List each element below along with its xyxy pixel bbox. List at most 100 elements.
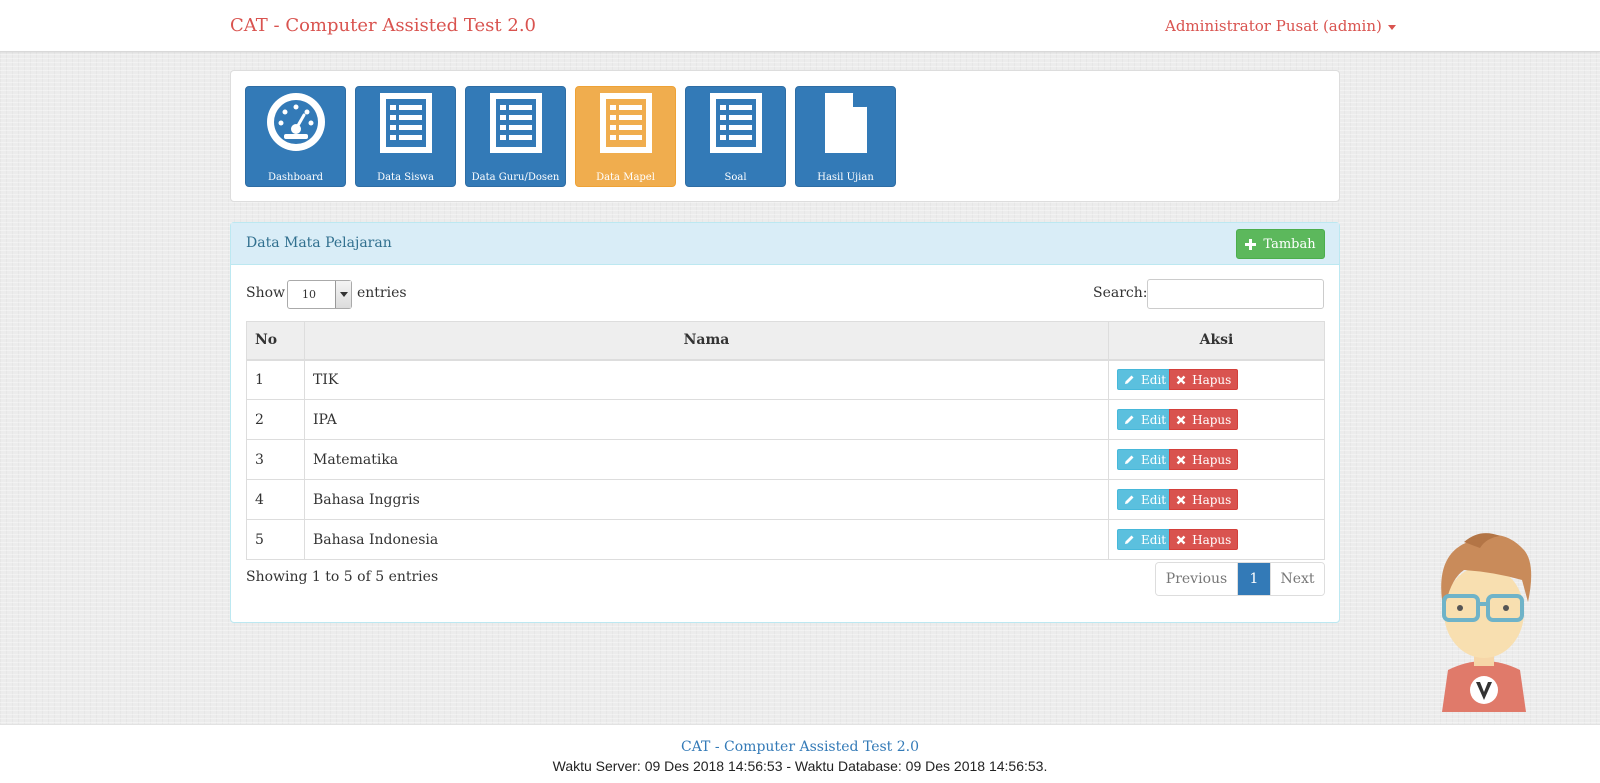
column-header-nama[interactable]: Nama xyxy=(304,321,1109,361)
panel-title: Data Mata Pelajaran xyxy=(246,235,392,251)
close-icon xyxy=(1176,495,1186,504)
dropdown-arrow-icon xyxy=(335,281,351,308)
caret-down-icon xyxy=(1387,24,1396,30)
table-row: 1 TIK Edit Hapus xyxy=(246,359,1325,400)
edit-button[interactable]: Edit xyxy=(1117,369,1174,391)
mapel-data-panel: Data Mata Pelajaran Tambah Show 10 entri… xyxy=(230,222,1340,623)
delete-button[interactable]: Hapus xyxy=(1169,449,1239,470)
tile-label: Data Guru/Dosen xyxy=(471,172,560,183)
tile-label: Soal xyxy=(724,172,747,183)
pencil-icon xyxy=(1125,415,1134,424)
search-label: Search: xyxy=(1093,285,1148,301)
edit-button-label: Edit xyxy=(1141,452,1167,467)
cell-nama: Bahasa Indonesia xyxy=(304,519,1109,560)
column-header-no[interactable]: No xyxy=(246,321,305,361)
tile-label: Dashboard xyxy=(267,172,324,183)
panel-heading: Data Mata Pelajaran Tambah xyxy=(231,223,1339,265)
cell-nama: Matematika xyxy=(304,439,1109,480)
tile-data-guru-dosen[interactable]: Data Guru/Dosen xyxy=(465,86,566,187)
pagination-previous[interactable]: Previous xyxy=(1156,563,1238,595)
close-icon xyxy=(1176,535,1186,544)
close-icon xyxy=(1176,375,1186,385)
list-icon xyxy=(686,91,785,161)
cell-no: 5 xyxy=(246,519,305,560)
delete-button[interactable]: Hapus xyxy=(1169,489,1239,510)
edit-button-label: Edit xyxy=(1141,412,1167,427)
footer-server-time: Waktu Server: 09 Des 2018 14:56:53 - Wak… xyxy=(552,758,1048,774)
tile-label: Data Siswa xyxy=(377,172,434,183)
cell-nama: Bahasa Inggris xyxy=(304,479,1109,520)
delete-button[interactable]: Hapus xyxy=(1169,529,1239,550)
pencil-icon xyxy=(1125,375,1134,385)
delete-button-label: Hapus xyxy=(1192,532,1232,547)
mapel-table: No Nama Aksi 1 TIK Edit Hapus 2 IPA Edit H… xyxy=(246,321,1325,560)
edit-button[interactable]: Edit xyxy=(1117,409,1174,430)
table-row: 2 IPA Edit Hapus xyxy=(246,399,1325,440)
pencil-icon xyxy=(1125,495,1134,504)
user-menu-label: Administrator Pusat (admin) xyxy=(1165,17,1382,35)
tile-data-mapel[interactable]: Data Mapel xyxy=(575,86,676,187)
edit-button[interactable]: Edit xyxy=(1117,449,1174,470)
cell-no: 3 xyxy=(246,439,305,480)
edit-button[interactable]: Edit xyxy=(1117,529,1174,550)
edit-button-label: Edit xyxy=(1141,532,1167,547)
menu-panel: Dashboard Data Siswa Data Guru/Dosen Dat… xyxy=(230,70,1340,202)
pagination: Previous 1 Next xyxy=(1155,562,1325,596)
delete-button-label: Hapus xyxy=(1192,452,1232,467)
cell-aksi: Edit Hapus xyxy=(1108,519,1325,560)
cell-aksi: Edit Hapus xyxy=(1108,359,1325,400)
delete-button-label: Hapus xyxy=(1192,492,1232,507)
edit-button-label: Edit xyxy=(1141,372,1167,387)
app-brand[interactable]: CAT - Computer Assisted Test 2.0 xyxy=(230,15,536,36)
close-icon xyxy=(1176,455,1186,464)
show-label: Show xyxy=(246,285,286,301)
tile-data-siswa[interactable]: Data Siswa xyxy=(355,86,456,187)
pagination-next[interactable]: Next xyxy=(1270,563,1324,595)
file-icon xyxy=(796,91,895,161)
cell-nama: IPA xyxy=(304,399,1109,440)
table-info: Showing 1 to 5 of 5 entries xyxy=(246,569,439,585)
tile-label: Hasil Ujian xyxy=(817,172,874,183)
table-row: 5 Bahasa Indonesia Edit Hapus xyxy=(246,519,1325,560)
entries-value: 10 xyxy=(302,288,316,301)
list-icon xyxy=(466,91,565,161)
search-input[interactable] xyxy=(1147,279,1324,309)
tile-label: Data Mapel xyxy=(596,172,655,183)
delete-button-label: Hapus xyxy=(1192,412,1232,427)
entries-label: entries xyxy=(357,285,407,301)
entries-select[interactable]: 10 xyxy=(287,280,352,309)
tile-dashboard[interactable]: Dashboard xyxy=(245,86,346,187)
pagination-page-1[interactable]: 1 xyxy=(1238,563,1270,595)
tile-soal[interactable]: Soal xyxy=(685,86,786,187)
edit-button[interactable]: Edit xyxy=(1117,489,1174,510)
cell-no: 4 xyxy=(246,479,305,520)
tile-hasil-ujian[interactable]: Hasil Ujian xyxy=(795,86,896,187)
mascot-illustration xyxy=(1441,533,1532,712)
footer-app-name[interactable]: CAT - Computer Assisted Test 2.0 xyxy=(0,739,1600,755)
list-icon xyxy=(576,91,675,161)
table-row: 4 Bahasa Inggris Edit Hapus xyxy=(246,479,1325,520)
top-navbar: CAT - Computer Assisted Test 2.0 Adminis… xyxy=(0,0,1600,52)
cell-no: 1 xyxy=(246,359,305,400)
add-button-label: Tambah xyxy=(1263,236,1316,252)
column-header-aksi[interactable]: Aksi xyxy=(1108,321,1325,361)
delete-button-label: Hapus xyxy=(1192,372,1232,387)
cell-aksi: Edit Hapus xyxy=(1108,439,1325,480)
footer: CAT - Computer Assisted Test 2.0 Waktu S… xyxy=(0,724,1600,783)
delete-button[interactable]: Hapus xyxy=(1169,409,1239,430)
pencil-icon xyxy=(1125,455,1134,464)
dashboard-icon xyxy=(246,91,345,161)
list-icon xyxy=(356,91,455,161)
close-icon xyxy=(1176,415,1186,424)
table-row: 3 Matematika Edit Hapus xyxy=(246,439,1325,480)
pencil-icon xyxy=(1125,535,1134,544)
table-header-row: No Nama Aksi xyxy=(246,321,1325,361)
add-button[interactable]: Tambah xyxy=(1236,229,1325,259)
cell-no: 2 xyxy=(246,399,305,440)
cell-aksi: Edit Hapus xyxy=(1108,479,1325,520)
cell-nama: TIK xyxy=(304,359,1109,400)
cell-aksi: Edit Hapus xyxy=(1108,399,1325,440)
plus-icon xyxy=(1245,238,1257,250)
user-menu-dropdown[interactable]: Administrator Pusat (admin) xyxy=(1165,17,1396,35)
delete-button[interactable]: Hapus xyxy=(1169,369,1239,391)
